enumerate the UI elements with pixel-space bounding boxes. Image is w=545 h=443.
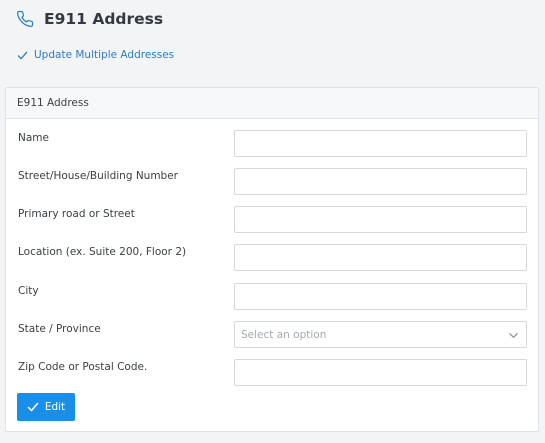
location-label: Location (ex. Suite 200, Floor 2) [18,246,187,258]
city-input[interactable] [234,283,527,310]
name-label: Name [18,132,49,144]
e911-address-card: E911 Address Name Street/House/Building … [5,87,539,432]
primary-road-label: Primary road or Street [18,208,135,220]
update-multiple-addresses-link[interactable]: Update Multiple Addresses [17,49,174,61]
zip-code-label: Zip Code or Postal Code. [18,361,148,373]
page-title: E911 Address [44,10,164,28]
state-province-placeholder: Select an option [241,328,327,341]
page-header: E911 Address [16,8,163,30]
street-number-input[interactable] [234,168,527,195]
primary-road-input[interactable] [234,206,527,233]
state-province-label: State / Province [18,323,101,335]
name-input[interactable] [234,130,527,157]
edit-button[interactable]: Edit [17,393,75,421]
card-header: E911 Address [6,88,538,119]
phone-icon [16,10,34,28]
edit-button-label: Edit [44,401,66,413]
check-icon [17,50,28,61]
city-label: City [18,285,39,297]
check-icon [27,401,39,413]
street-number-label: Street/House/Building Number [18,170,178,182]
zip-code-input[interactable] [234,359,527,386]
update-multiple-addresses-label: Update Multiple Addresses [34,49,175,61]
location-input[interactable] [234,244,527,271]
chevron-down-icon [508,330,519,341]
state-province-select[interactable]: Select an option [234,321,527,348]
